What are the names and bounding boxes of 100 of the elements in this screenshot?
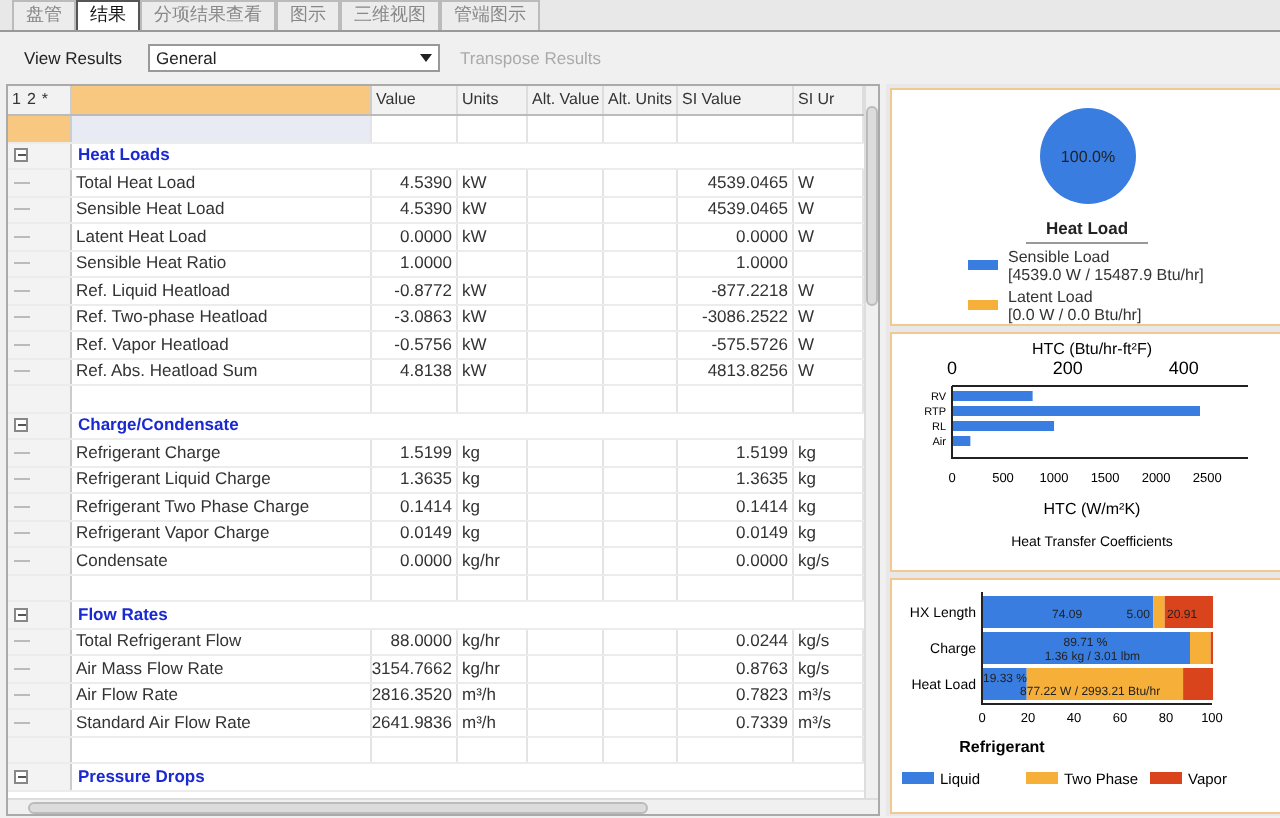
legend-label: Latent Load <box>1008 287 1095 306</box>
legend-reading: [0.0 W / 0.0 Btu/hr] <box>1008 305 1142 324</box>
si-value-cell: 0.7823 <box>736 682 788 709</box>
si-units-cell: W <box>798 223 815 250</box>
pie-slice <box>1039 108 1135 204</box>
si-units-cell: W <box>798 169 815 196</box>
collapse-icon[interactable] <box>14 607 28 622</box>
row-header[interactable] <box>8 305 72 330</box>
value-cell: 0.1414 <box>400 493 452 520</box>
row-label: Sensible Heat Ratio <box>76 250 227 277</box>
column-header[interactable]: Value <box>372 86 458 114</box>
row-header[interactable] <box>8 521 72 546</box>
si-value-cell: 0.1414 <box>736 493 788 520</box>
row-header-label: * <box>41 88 49 112</box>
selected-cell[interactable] <box>72 116 372 141</box>
bar <box>953 390 1033 401</box>
row-label: Total Heat Load <box>76 169 196 196</box>
legend-title: Refrigerant <box>959 737 1045 756</box>
row-header[interactable] <box>8 143 72 168</box>
column-header[interactable]: SI Value <box>678 86 794 114</box>
value-cell: 3154.7662 <box>371 655 452 682</box>
top-tick-label: 0 <box>947 357 957 378</box>
row-header[interactable] <box>8 764 72 789</box>
row-label: Refrigerant Two Phase Charge <box>76 493 310 520</box>
collapse-icon[interactable] <box>14 148 28 163</box>
vertical-scrollbar[interactable] <box>864 86 878 798</box>
row-header[interactable] <box>8 413 72 438</box>
row-header[interactable] <box>8 359 72 384</box>
row-header[interactable] <box>8 656 72 681</box>
si-units-cell: m³/s <box>798 682 832 709</box>
row-header[interactable] <box>8 332 72 357</box>
si-units-cell: kg <box>798 439 816 466</box>
si-units-cell: W <box>798 358 815 385</box>
units-cell: kW <box>462 304 487 331</box>
column-header[interactable]: Units <box>458 86 528 114</box>
bar <box>953 420 1055 431</box>
section-title: Heat Loads <box>78 142 170 169</box>
column-header[interactable]: Alt. Value <box>528 86 604 114</box>
si-value-cell: 4539.0465 <box>707 169 788 196</box>
units-cell: kg <box>462 439 480 466</box>
units-cell: kg/hr <box>462 628 500 655</box>
row-header[interactable] <box>8 197 72 222</box>
row-header[interactable] <box>8 602 72 627</box>
row-header[interactable] <box>8 467 72 492</box>
row-header[interactable] <box>8 683 72 708</box>
column-header[interactable] <box>72 86 372 114</box>
si-value-cell: 0.0000 <box>736 547 788 574</box>
units-cell: kW <box>462 358 487 385</box>
section-title: Charge/Condensate <box>78 412 239 439</box>
value-cell: 4.5390 <box>400 196 452 223</box>
axis-title: HTC (Btu/hr-ft²F) <box>1032 339 1152 358</box>
row-header[interactable] <box>8 224 72 249</box>
units-cell: m³/h <box>462 682 496 709</box>
row-label: Air Flow Rate <box>76 682 179 709</box>
units-cell: kW <box>462 169 487 196</box>
row-header[interactable] <box>8 494 72 519</box>
bar <box>953 435 971 446</box>
si-units-cell: W <box>798 196 815 223</box>
units-cell: kg <box>462 493 480 520</box>
horizontal-scrollbar[interactable] <box>8 798 878 814</box>
si-value-cell: 0.0244 <box>736 628 788 655</box>
section-title: Flow Rates <box>78 601 168 628</box>
units-cell: kg <box>462 520 480 547</box>
si-units-cell: kg/s <box>798 547 830 574</box>
row-label: Ref. Abs. Heatload Sum <box>76 358 258 385</box>
row-header-label: 1 <box>12 88 21 112</box>
axis-title: HTC (W/m²K) <box>1043 499 1141 518</box>
row-header[interactable] <box>8 278 72 303</box>
value-cell: 2641.9836 <box>371 709 452 736</box>
value-cell: 0.0149 <box>400 520 452 547</box>
row-label: Latent Heat Load <box>76 223 207 250</box>
row-label: Refrigerant Charge <box>76 439 221 466</box>
si-units-cell: kg <box>798 520 816 547</box>
row-label: Ref. Liquid Heatload <box>76 277 231 304</box>
units-cell: kg/hr <box>462 547 500 574</box>
collapse-icon[interactable] <box>14 418 28 433</box>
units-cell: kg/hr <box>462 655 500 682</box>
value-cell: 1.3635 <box>400 466 452 493</box>
row-header[interactable] <box>8 710 72 735</box>
si-value-cell: 4813.8256 <box>707 358 788 385</box>
tab[interactable]: 结果 <box>76 0 140 30</box>
data-label: 100.0% <box>1059 148 1115 166</box>
value-cell: 88.0000 <box>390 628 452 655</box>
row-header[interactable] <box>8 548 72 573</box>
row-header[interactable]: 1 2 * <box>8 86 72 114</box>
si-value-cell: 0.8763 <box>736 655 788 682</box>
view-results-dropdown[interactable]: General <box>148 44 440 72</box>
column-header[interactable]: Alt. Units <box>604 86 678 114</box>
value-cell: 1.0000 <box>400 250 452 277</box>
si-units-cell: W <box>798 277 815 304</box>
row-header[interactable] <box>8 251 72 276</box>
collapse-icon[interactable] <box>14 769 28 784</box>
value-cell: 0.0000 <box>400 547 452 574</box>
top-tick-label: 400 <box>1168 357 1199 378</box>
legend-label: Sensible Load <box>1008 247 1112 266</box>
row-header-label: 2 <box>26 88 36 112</box>
si-units-cell: kg <box>798 466 816 493</box>
si-value-cell: 0.0000 <box>736 223 788 250</box>
row-label: Air Mass Flow Rate <box>76 655 224 682</box>
row-label: Sensible Heat Load <box>76 196 225 223</box>
